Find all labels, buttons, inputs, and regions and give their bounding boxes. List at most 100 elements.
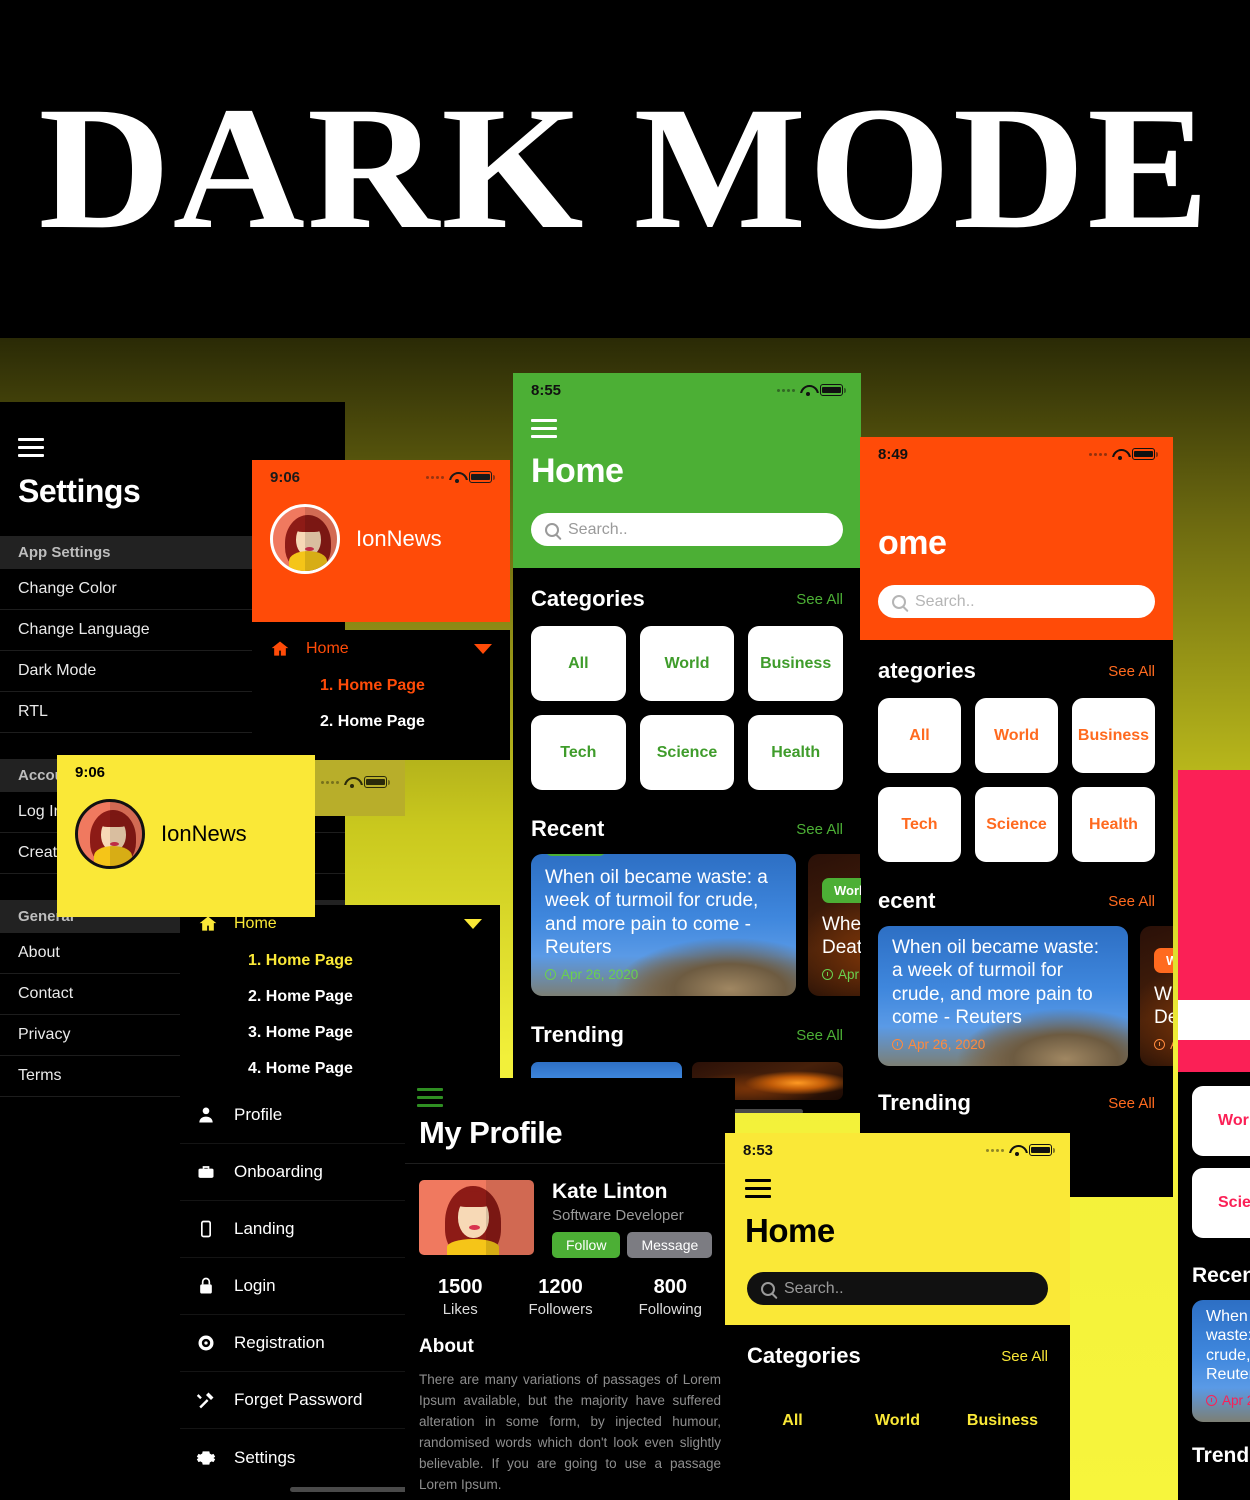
message-button[interactable]: Message bbox=[627, 1232, 713, 1258]
section-title: Recent bbox=[1192, 1264, 1250, 1287]
category-tile-science[interactable]: Science bbox=[1192, 1168, 1250, 1238]
card-date: Apr 26, 2 bbox=[1154, 1037, 1173, 1052]
signal-dots-icon bbox=[777, 388, 795, 392]
content-body: World Science Recent World When oil beca… bbox=[1178, 1072, 1250, 1482]
status-bar: 9:06 bbox=[57, 755, 315, 789]
briefcase-icon bbox=[198, 1166, 214, 1178]
category-tile-science[interactable]: Science bbox=[975, 787, 1058, 862]
search-input[interactable]: Search.. bbox=[531, 513, 843, 546]
card-date: Apr 26, 2020 bbox=[545, 967, 782, 982]
drawer-sub-3[interactable]: 3. Home Page bbox=[180, 1015, 500, 1051]
menu-item-label: Registration bbox=[234, 1333, 325, 1352]
see-all-link[interactable]: See All bbox=[1108, 1095, 1155, 1112]
card-date: Apr 26, 2020 bbox=[892, 1037, 1114, 1052]
status-indicators bbox=[426, 471, 495, 483]
recent-header: Recent See All bbox=[531, 816, 843, 842]
category-tile-all[interactable]: All bbox=[878, 698, 961, 773]
menu-item-label: Forget Password bbox=[234, 1390, 363, 1409]
category-tile-health[interactable]: Health bbox=[957, 1472, 1048, 1500]
gear-icon bbox=[196, 1450, 216, 1465]
profile-actions: Follow Message bbox=[552, 1232, 713, 1258]
profile-header: Kate Linton Software Developer Follow Me… bbox=[405, 1164, 735, 1258]
news-card[interactable]: World Where are the Death R Apr 26, 2 bbox=[808, 854, 861, 996]
category-tile-business[interactable]: Business bbox=[748, 626, 843, 701]
battery-icon bbox=[364, 776, 390, 788]
news-card[interactable]: World When oil became waste: a week of t… bbox=[531, 854, 796, 996]
search-input[interactable] bbox=[1178, 1000, 1250, 1040]
card-title: Where are the Death R bbox=[822, 913, 861, 958]
hero-footer bbox=[1178, 1040, 1250, 1072]
category-tile-tech[interactable]: Tech bbox=[878, 787, 961, 862]
status-badge: World bbox=[822, 877, 861, 903]
status-time: 9:06 bbox=[75, 763, 106, 781]
search-input[interactable]: Search.. bbox=[878, 585, 1155, 618]
hero-header: 8:55 Home Search.. bbox=[513, 373, 861, 568]
category-tile-world[interactable]: World bbox=[975, 698, 1058, 773]
profile-stats: 1500 Likes 1200 Followers 800 Following bbox=[405, 1258, 735, 1318]
category-tile-all[interactable]: All bbox=[747, 1383, 838, 1458]
menu-icon[interactable] bbox=[745, 1179, 771, 1198]
category-tile-world[interactable]: World bbox=[852, 1383, 943, 1458]
menu-item-label: Landing bbox=[234, 1219, 295, 1238]
category-tile-science[interactable]: Science bbox=[852, 1472, 943, 1500]
category-tile-world[interactable]: World bbox=[639, 626, 735, 701]
status-time: 8:53 bbox=[743, 1141, 774, 1159]
chevron-down-icon[interactable] bbox=[464, 919, 482, 929]
follow-button[interactable]: Follow bbox=[552, 1232, 621, 1258]
wifi-icon bbox=[800, 385, 815, 396]
category-tile-business[interactable]: Business bbox=[1072, 698, 1155, 773]
search-icon bbox=[761, 1281, 775, 1296]
drawer-sub-2[interactable]: 2. Home Page bbox=[180, 979, 500, 1015]
wifi-icon bbox=[344, 777, 359, 788]
section-title: Trending bbox=[1192, 1444, 1250, 1467]
drawer-orange-sub-1[interactable]: 1. Home Page bbox=[252, 668, 510, 704]
see-all-link[interactable]: See All bbox=[1001, 1348, 1048, 1365]
news-card[interactable]: World When oil became waste: a week of t… bbox=[878, 926, 1128, 1066]
about-heading: About bbox=[419, 1336, 474, 1357]
category-tile-health[interactable]: Health bbox=[1072, 787, 1155, 862]
category-tile-tech[interactable]: Tech bbox=[531, 715, 626, 790]
home-phone-pink: World Science Recent World When oil beca… bbox=[1178, 770, 1250, 1500]
card-title: When oil became waste: a week of turmoil… bbox=[892, 937, 1099, 1028]
battery-icon bbox=[469, 471, 495, 483]
banner-title: DARK MODE bbox=[38, 71, 1212, 266]
battery-icon bbox=[1132, 448, 1158, 460]
menu-icon[interactable] bbox=[18, 438, 44, 457]
see-all-link[interactable]: See All bbox=[796, 1027, 843, 1044]
see-all-link[interactable]: See All bbox=[796, 821, 843, 838]
status-bar bbox=[315, 760, 405, 794]
drawer-orange-sub-2[interactable]: 2. Home Page bbox=[252, 704, 510, 740]
brand-block: IonNews bbox=[252, 494, 510, 574]
wifi-icon bbox=[449, 472, 464, 483]
chevron-down-icon[interactable] bbox=[474, 644, 492, 654]
category-tile-science[interactable]: Science bbox=[639, 715, 735, 790]
see-all-link[interactable]: See All bbox=[796, 591, 843, 608]
recent-header: ecent See All bbox=[878, 888, 1155, 914]
category-tile-world[interactable]: World bbox=[1192, 1086, 1250, 1156]
status-time: 8:49 bbox=[878, 445, 909, 463]
search-input[interactable]: Search.. bbox=[747, 1272, 1048, 1305]
lock-icon bbox=[200, 1277, 212, 1294]
status-time: 9:06 bbox=[270, 468, 301, 486]
category-tile-all[interactable]: All bbox=[531, 626, 626, 701]
about-text: There are many variations of passages of… bbox=[419, 1372, 721, 1492]
signal-dots-icon bbox=[986, 1148, 1004, 1152]
news-card[interactable]: World Where a Death R Apr 26, 2 bbox=[1140, 926, 1173, 1066]
category-tile-business[interactable]: Business bbox=[957, 1383, 1048, 1458]
category-tile-tech[interactable]: Tech bbox=[747, 1472, 838, 1500]
clock-icon bbox=[1154, 1039, 1165, 1050]
battery-icon bbox=[1029, 1144, 1055, 1156]
home-phone-green: 8:55 Home Search.. Categories See All Al… bbox=[513, 373, 861, 1113]
drawer-sub-1[interactable]: 1. Home Page bbox=[180, 943, 500, 979]
trending-header: Trending See All bbox=[878, 1090, 1155, 1116]
drawer-home-row-orange[interactable]: Home bbox=[252, 630, 510, 668]
menu-item-label: Settings bbox=[234, 1447, 296, 1467]
see-all-link[interactable]: See All bbox=[1108, 663, 1155, 680]
page-title: Home bbox=[531, 452, 624, 490]
menu-icon[interactable] bbox=[531, 419, 557, 438]
news-card[interactable]: World When oil became waste: a turmoil f… bbox=[1192, 1300, 1250, 1422]
hero-header: 8:49 ome Search.. bbox=[860, 437, 1173, 640]
menu-icon[interactable] bbox=[417, 1088, 443, 1107]
category-tile-health[interactable]: Health bbox=[748, 715, 843, 790]
see-all-link[interactable]: See All bbox=[1108, 893, 1155, 910]
